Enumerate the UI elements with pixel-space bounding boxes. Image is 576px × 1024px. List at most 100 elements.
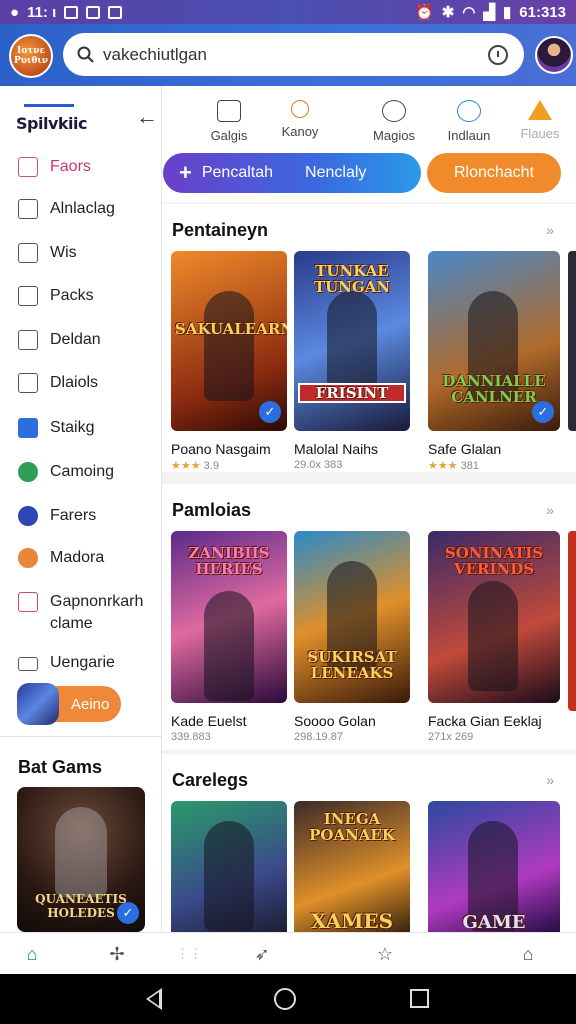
featured-game-card[interactable]: QUANEAETIS HOLEDES ✓ [17, 787, 145, 932]
sidebar-item-label: Alnlaclag [50, 200, 115, 217]
alarm-icon: ⏰ [415, 4, 434, 21]
verified-icon: ✓ [259, 401, 281, 423]
brand-title: Spilvkiic [16, 114, 87, 133]
tab-star-icon[interactable]: ☆ [373, 943, 397, 965]
sidebar-item-packs[interactable]: Packs [18, 286, 94, 307]
sidebar-item-alnlaclag[interactable]: Alnlaclag [18, 199, 115, 220]
primary-action-label: Pencaltah [201, 164, 274, 181]
game-card[interactable]: INEGA POANAEK XAMES [294, 801, 410, 937]
sidebar-item-wis[interactable]: Wis [18, 243, 77, 264]
notification-icon [108, 5, 123, 19]
back-arrow-icon[interactable]: ← [136, 104, 158, 130]
system-nav-bar [0, 974, 576, 1024]
game-section: Carelegs » INEGA POANAEK XAMES GAME [162, 754, 576, 937]
grid-icon: ⋮⋮ [176, 946, 202, 961]
tab-puzzle-icon[interactable]: ✢ [105, 943, 129, 965]
pill-label: Aeino [71, 695, 110, 713]
category-flaues[interactable]: Flaues [505, 100, 575, 141]
sidebar-item-faors[interactable]: Faors [18, 157, 91, 178]
rating-stars: ★★★ [171, 460, 201, 472]
sidebar-item-uengarie[interactable]: Uengarie [18, 654, 115, 672]
status-time: 11: ι [27, 3, 57, 21]
sidebar-item-label: Gapnonrkarh clame [50, 593, 143, 637]
promo-pill-button[interactable]: Aeino [17, 683, 121, 725]
tab-grid-icon[interactable]: ⋮⋮ [176, 943, 202, 965]
verified-icon: ✓ [117, 902, 139, 924]
section-title: Pamloias [172, 500, 252, 520]
sidebar-item-camoing[interactable]: Camoing [18, 462, 114, 483]
game-card[interactable]: SUKIRSAT LENEAKS Soooo Golan 298.19.87 [294, 531, 410, 743]
chevron-right-icon[interactable]: » [546, 502, 554, 518]
document-icon [18, 199, 38, 219]
nav-home-icon[interactable] [274, 988, 296, 1010]
primary-action-button[interactable]: + Pencaltah Nenclaly [163, 153, 421, 193]
verified-icon: ✓ [532, 401, 554, 423]
notification-icon [64, 5, 79, 19]
game-card[interactable]: SONINATIS VERINDS Facka Gian Eeklaj 271x… [428, 531, 560, 743]
game-card[interactable]: DANNIALLE CANLNER ✓ Safe Glalan ★★★ 381 [428, 251, 560, 472]
sidebar-item-staikg[interactable]: Staikg [18, 418, 94, 439]
game-card[interactable]: ZANIBIIS HERIES Kade Euelst 339.883 [171, 531, 287, 743]
controller-icon [18, 657, 38, 671]
secondary-action-label: Rlonchacht [453, 164, 535, 181]
game-art-title: INEGA POANAEK [309, 810, 395, 844]
nav-back-icon[interactable] [146, 988, 162, 1010]
ring-icon [382, 100, 406, 122]
home-icon [528, 100, 552, 120]
wifi-icon: ◠ [462, 4, 476, 21]
location-icon: ● [10, 3, 20, 21]
newspaper-icon [217, 100, 241, 122]
sidebar-item-label: Packs [50, 287, 94, 304]
sidebar-item-madora[interactable]: Madora [18, 548, 104, 569]
avatar[interactable] [535, 36, 573, 74]
game-rating: ★★★ 381 [428, 459, 560, 472]
tab-send-icon[interactable]: ➶ [250, 943, 274, 965]
tab-home-icon[interactable]: ⌂ [20, 943, 44, 965]
history-icon[interactable] [488, 45, 508, 65]
star-icon: ☆ [376, 944, 394, 964]
game-art-title: SUKIRSAT LENEAKS [307, 648, 397, 682]
game-art-title: SONINATIS VERINDS [444, 544, 544, 578]
game-art: ZANIBIIS HERIES [171, 531, 287, 703]
category-kanoy[interactable]: Kanoy [265, 100, 335, 139]
game-card[interactable]: TUNKAE TUNGAN FRISINT Malolal Naihs 29.0… [294, 251, 410, 471]
category-indlaun[interactable]: Indlaun [434, 100, 504, 143]
tab-store-icon[interactable]: ⌂ [516, 943, 540, 965]
game-name: Safe Glalan [428, 441, 502, 457]
game-name: Kade Euelst [171, 713, 247, 729]
search-input[interactable]: vakechiutlgan [103, 45, 207, 65]
game-card[interactable]: GAME [428, 801, 560, 937]
sidebar-item-deldan[interactable]: Deldan [18, 330, 101, 351]
sidebar-item-label: Dlaiols [50, 374, 99, 391]
chevron-right-icon[interactable]: » [546, 222, 554, 238]
sidebar-item-dlaiols[interactable]: Dlaiols [18, 373, 99, 394]
game-art: INEGA POANAEK XAMES [294, 801, 410, 937]
game-art: SUKIRSAT LENEAKS [294, 531, 410, 703]
secondary-action-button[interactable]: Rlonchacht [427, 153, 561, 193]
category-galgis[interactable]: Galgis [194, 100, 264, 143]
game-card[interactable] [171, 801, 287, 937]
search-bar[interactable]: vakechiutlgan [63, 33, 524, 76]
category-magios[interactable]: Magios [359, 100, 429, 143]
sidebar-item-label-line1: Gapnonrkarh [50, 593, 144, 610]
game-rating: ★★★ 3.9 [171, 459, 287, 472]
game-rating: 298.19.87 [294, 731, 410, 743]
plus-icon: + [179, 160, 192, 185]
category-label: Magios [373, 128, 415, 143]
battery-icon: ▮ [503, 4, 512, 21]
game-card[interactable]: SAKUALEARNI ✓ Poano Nasgaim ★★★ 3.9 [171, 251, 287, 472]
pill-thumbnail [17, 683, 59, 725]
sidebar-section-title: Bat Gams [18, 757, 103, 777]
chevron-right-icon[interactable]: » [546, 772, 554, 788]
game-art: GAME [428, 801, 560, 937]
send-icon: ➶ [254, 944, 270, 964]
brand-mark-icon [24, 104, 74, 114]
next-card-peek [568, 251, 576, 431]
game-art-title: SAKUALEARNI [175, 320, 287, 338]
sidebar-item-gapnonrkarh[interactable]: Gapnonrkarh clame [18, 592, 143, 637]
sidebar-item-label-line2: clame [50, 615, 93, 632]
nav-recents-icon[interactable] [410, 989, 429, 1008]
app-logo[interactable]: Ιοτνε Ρυιθιν [9, 34, 53, 78]
action-row: + Pencaltah Nenclaly Rlonchacht [162, 150, 576, 202]
sidebar-item-farers[interactable]: Farers [18, 506, 96, 527]
